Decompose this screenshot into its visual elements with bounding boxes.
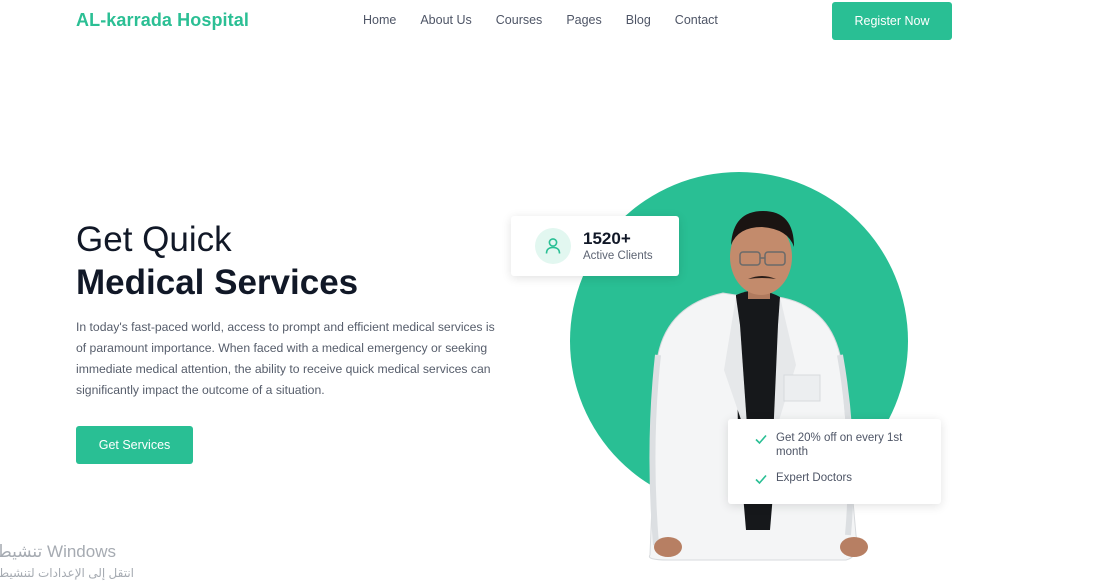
main-nav: Home About Us Courses Pages Blog Contact	[363, 13, 718, 27]
check-icon	[755, 434, 767, 445]
feature-item: Expert Doctors	[754, 471, 924, 486]
feature-text: Expert Doctors	[776, 472, 853, 484]
nav-home[interactable]: Home	[363, 13, 396, 27]
site-header: AL-karrada Hospital Home About Us Course…	[0, 0, 1096, 42]
features-card: Get 20% off on every 1st month Expert Do…	[728, 419, 941, 504]
feature-item: Get 20% off on every 1st month	[754, 431, 924, 459]
nav-blog[interactable]: Blog	[626, 13, 651, 27]
nav-courses[interactable]: Courses	[496, 13, 543, 27]
active-clients-card: 1520+ Active Clients	[511, 216, 679, 276]
hero-title-line1: Get Quick	[76, 220, 232, 259]
brand-logo-text[interactable]: AL-karrada Hospital	[76, 10, 249, 31]
register-now-button[interactable]: Register Now	[832, 2, 952, 40]
active-clients-count: 1520+	[583, 229, 631, 248]
nav-about-us[interactable]: About Us	[420, 13, 471, 27]
hero-description: In today's fast-paced world, access to p…	[76, 320, 495, 397]
get-services-button[interactable]: Get Services	[76, 426, 193, 464]
active-clients-label: Active Clients	[583, 250, 653, 262]
feature-text: Get 20% off on every 1st month	[776, 432, 903, 458]
windows-activation-watermark-title: تنشيط Windows	[0, 542, 116, 561]
windows-activation-watermark-subtitle: انتقل إلى الإعدادات لتنشيط	[0, 566, 135, 580]
nav-pages[interactable]: Pages	[566, 13, 601, 27]
user-icon	[535, 228, 571, 264]
hero-title-line2: Medical Services	[76, 263, 359, 302]
nav-contact[interactable]: Contact	[675, 13, 718, 27]
check-icon	[755, 474, 767, 485]
